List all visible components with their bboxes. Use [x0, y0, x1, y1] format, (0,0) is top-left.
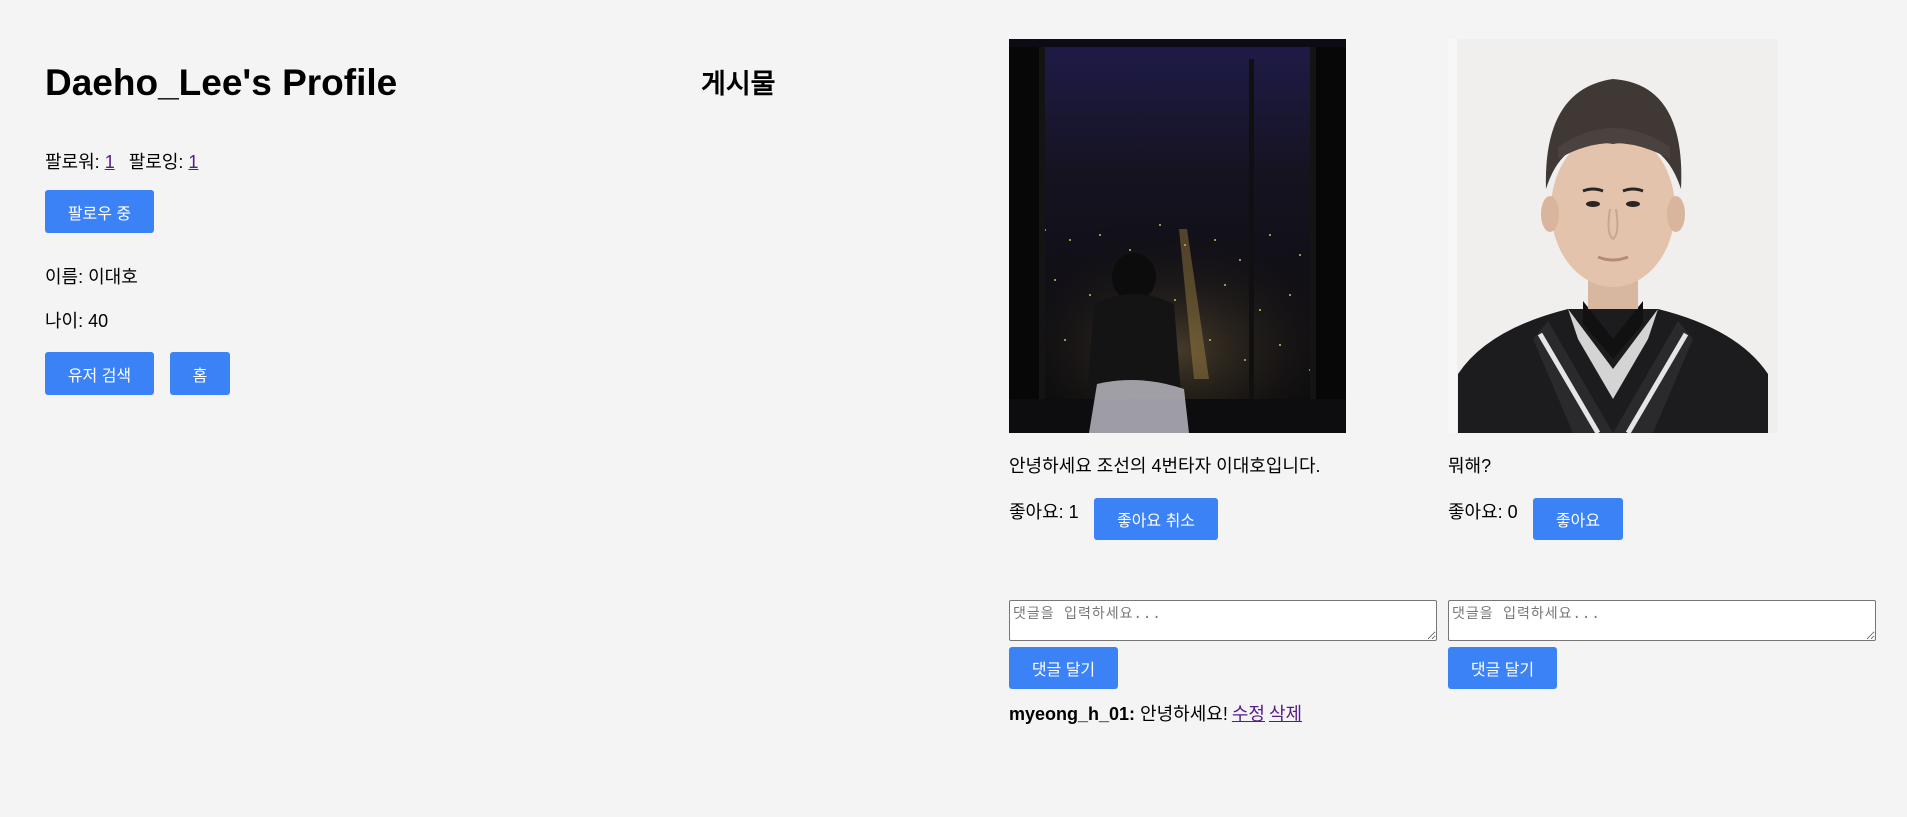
night-city-window-photo [1009, 39, 1346, 433]
like-button[interactable]: 좋아요 [1533, 498, 1623, 540]
edit-comment-link[interactable]: 수정 [1232, 704, 1265, 724]
home-button[interactable]: 홈 [170, 352, 230, 395]
post-image [1448, 39, 1778, 433]
comment-text: 안녕하세요! [1135, 704, 1228, 724]
user-name: 이름: 이대호 [45, 267, 138, 287]
user-age: 나이: 40 [45, 311, 109, 331]
add-comment-button[interactable]: 댓글 달기 [1448, 647, 1557, 689]
likes-count: 좋아요: 0 [1448, 502, 1518, 522]
comment-author: myeong_h_01: [1009, 704, 1136, 724]
post-caption: 뭐해? [1448, 456, 1492, 476]
user-search-button[interactable]: 유저 검색 [45, 352, 154, 395]
post-caption: 안녕하세요 조선의 4번타자 이대호입니다. [1009, 456, 1321, 476]
following-button[interactable]: 팔로우 중 [45, 190, 154, 233]
delete-comment-link[interactable]: 삭제 [1269, 704, 1302, 724]
post-card: 뭐해? 좋아요: 0 좋아요 댓글 달기 [1448, 39, 1878, 739]
follow-stats: 팔로워: 1 팔로잉: 1 [45, 148, 198, 174]
portrait-photo [1448, 39, 1778, 433]
followers-count-link[interactable]: 1 [105, 152, 115, 172]
followers-label: 팔로워: [45, 152, 105, 172]
add-comment-button[interactable]: 댓글 달기 [1009, 647, 1118, 689]
following-label: 팔로잉: [128, 152, 189, 172]
following-count-link[interactable]: 1 [188, 152, 198, 172]
profile-page: Daeho_Lee's Profile 팔로워: 1 팔로잉: 1 팔로우 중 이… [0, 0, 1907, 817]
posts-heading: 게시물 [701, 69, 776, 99]
comment-item: myeong_h_01: 안녕하세요! 수정 삭제 [1009, 700, 1302, 726]
unlike-button[interactable]: 좋아요 취소 [1094, 498, 1218, 540]
post-image [1009, 39, 1346, 433]
post-card: 안녕하세요 조선의 4번타자 이대호입니다. 좋아요: 1 좋아요 취소 댓글 … [1009, 39, 1439, 739]
likes-count: 좋아요: 1 [1009, 502, 1079, 522]
comment-input[interactable] [1448, 600, 1876, 641]
page-title: Daeho_Lee's Profile [45, 62, 398, 103]
comment-input[interactable] [1009, 600, 1437, 641]
